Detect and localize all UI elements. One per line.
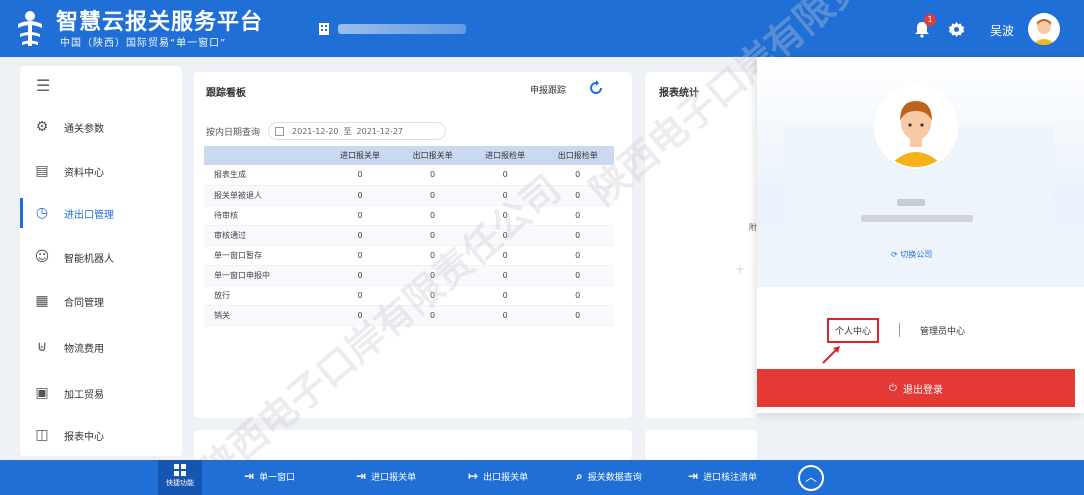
sidebar-item-processing-trade[interactable]: ▣ 加工贸易: [20, 378, 182, 408]
date-filter-label: 按内日期查询: [206, 127, 261, 138]
column-header: [204, 146, 324, 165]
table-row[interactable]: 待审核 0 0 0 0: [204, 205, 614, 226]
platform-title: 智慧云报关服务平台: [56, 10, 264, 35]
user-avatar[interactable]: [1028, 13, 1060, 45]
clock-icon: ◷: [35, 205, 49, 221]
report-icon: ◫: [35, 427, 49, 443]
annotation-arrow-icon: [822, 346, 840, 364]
organization-name-redacted[interactable]: [338, 24, 466, 34]
gear-icon[interactable]: [948, 21, 965, 38]
sidebar-item-customs-params[interactable]: ⚙ 通关参数: [20, 112, 182, 142]
report-stats-title: 报表统计: [659, 88, 699, 99]
personal-center-link[interactable]: 个人中心: [827, 317, 880, 343]
toolbar-declaration-query[interactable]: ⌕ 报关数据查询: [576, 469, 642, 484]
table-row[interactable]: 单一窗口申报中 0 0 0 0: [204, 265, 614, 286]
quick-functions-button[interactable]: 快捷功能: [158, 460, 202, 495]
user-org-redacted: [861, 215, 973, 222]
notification-badge: 1: [924, 14, 936, 26]
cart-icon: ⊎: [36, 339, 48, 355]
list-icon: ⇥: [688, 469, 699, 483]
active-indicator: [20, 198, 23, 228]
table-row[interactable]: 报关单被退人 0 0 0 0: [204, 185, 614, 206]
table-header-row: 进口报关单 出口报关单 进口报检单 出口报检单: [204, 146, 614, 165]
date-range-picker[interactable]: 2021-12-20 至 2021-12-27: [268, 122, 447, 140]
panel-title: 跟踪看板: [206, 88, 246, 99]
sidebar-item-import-export[interactable]: ◷ 进出口管理: [20, 198, 182, 228]
search-icon: ⌕: [576, 469, 583, 483]
platform-subtitle: 中国（陕西）国际贸易“单一窗口”: [60, 38, 227, 49]
sidebar-item-logistics[interactable]: ⊎ 物流费用: [20, 332, 182, 362]
lower-panel: [194, 430, 632, 460]
report-stats-panel: 报表统计 附 +: [645, 72, 757, 418]
robot-icon: ☺: [34, 249, 50, 265]
contract-icon: ▦: [35, 293, 49, 309]
sidebar-item-report-center[interactable]: ◫ 报表中心: [20, 420, 182, 450]
platform-logo-icon: [18, 11, 42, 46]
sidebar: ☰ ⚙ 通关参数 ▤ 资料中心 ◷ 进出口管理 ☺ 智能机器人 ▦ 合同管理 ⊎…: [20, 66, 182, 456]
date-from: 2021-12-20: [292, 126, 339, 136]
date-separator: 至: [343, 126, 352, 136]
chevron-up-icon[interactable]: ︿: [798, 465, 824, 491]
report-stats-mark: 附: [749, 223, 757, 232]
user-links: 个人中心 管理员中心: [827, 317, 1027, 343]
user-dropdown-header: ⟳ 切换公司: [757, 57, 1084, 287]
sidebar-item-contract[interactable]: ▦ 合同管理: [20, 286, 182, 316]
divider: [899, 323, 901, 337]
switch-company-link[interactable]: ⟳ 切换公司: [891, 249, 932, 260]
column-header: 进口报检单: [468, 146, 542, 165]
toolbar-export-declaration[interactable]: ↦ 出口报关单: [468, 469, 528, 483]
toolbar-import-declaration[interactable]: ⇥ 进口报关单: [356, 469, 416, 483]
calendar-icon: [275, 126, 285, 136]
login-icon: ⇥: [244, 469, 255, 483]
grid-icon: [174, 464, 186, 476]
sidebar-item-document-center[interactable]: ▤ 资料中心: [20, 156, 182, 186]
table-row[interactable]: 放行 0 0 0 0: [204, 285, 614, 306]
power-icon: ⏻: [889, 382, 897, 394]
switch-icon: ⟳: [891, 250, 901, 259]
column-header: 进口报关单: [323, 146, 397, 165]
lower-panel-right: [645, 430, 757, 460]
factory-icon: ▣: [35, 385, 49, 401]
panel-tag: 申报跟踪: [530, 86, 567, 96]
table-row[interactable]: 单一窗口暂存 0 0 0 0: [204, 245, 614, 266]
table-row[interactable]: 审核通过 0 0 0 0: [204, 225, 614, 246]
building-icon: [319, 23, 329, 35]
column-header: 出口报关单: [396, 146, 469, 165]
user-name-redacted: [897, 199, 925, 206]
date-to: 2021-12-27: [356, 126, 404, 136]
admin-center-link[interactable]: 管理员中心: [920, 324, 965, 337]
document-icon: ▤: [35, 163, 49, 179]
toolbar-import-list[interactable]: ⇥ 进口核注清单: [688, 469, 757, 483]
menu-collapse-icon[interactable]: ☰: [36, 76, 50, 95]
table-row[interactable]: 报表生成 0 0 0 0: [204, 165, 614, 186]
plus-icon: +: [735, 262, 746, 276]
table-row[interactable]: 销关 0 0 0 0: [204, 305, 614, 326]
column-header: 出口报检单: [541, 146, 614, 165]
toolbar-single-window[interactable]: ⇥ 单一窗口: [244, 469, 295, 483]
export-icon: ↦: [468, 469, 479, 483]
tracking-panel: 跟踪看板 申报跟踪 按内日期查询 2021-12-20 至 2021-12-27…: [194, 72, 632, 418]
date-filter: 按内日期查询 2021-12-20 至 2021-12-27: [206, 122, 447, 140]
settings-icon: ⚙: [35, 119, 49, 135]
logout-button[interactable]: ⏻ 退出登录: [757, 369, 1075, 407]
top-header: 智慧云报关服务平台 中国（陕西）国际贸易“单一窗口” 1 吴波: [0, 0, 1084, 57]
user-dropdown: ⟳ 切换公司 个人中心 管理员中心 ⏻ 退出登录: [757, 57, 1084, 413]
sidebar-item-robot[interactable]: ☺ 智能机器人: [20, 242, 182, 272]
user-avatar-large: [876, 87, 956, 167]
refresh-icon[interactable]: [588, 80, 604, 96]
bottom-toolbar: 快捷功能 ⇥ 单一窗口 ⇥ 进口报关单 ↦ 出口报关单 ⌕ 报关数据查询 ⇥ 进口核注清单…: [0, 460, 1084, 495]
import-icon: ⇥: [356, 469, 367, 483]
tracking-table: 进口报关单 出口报关单 进口报检单 出口报检单 报表生成 0 0 0 0 报关单…: [204, 146, 614, 326]
username[interactable]: 吴波: [990, 22, 1014, 39]
